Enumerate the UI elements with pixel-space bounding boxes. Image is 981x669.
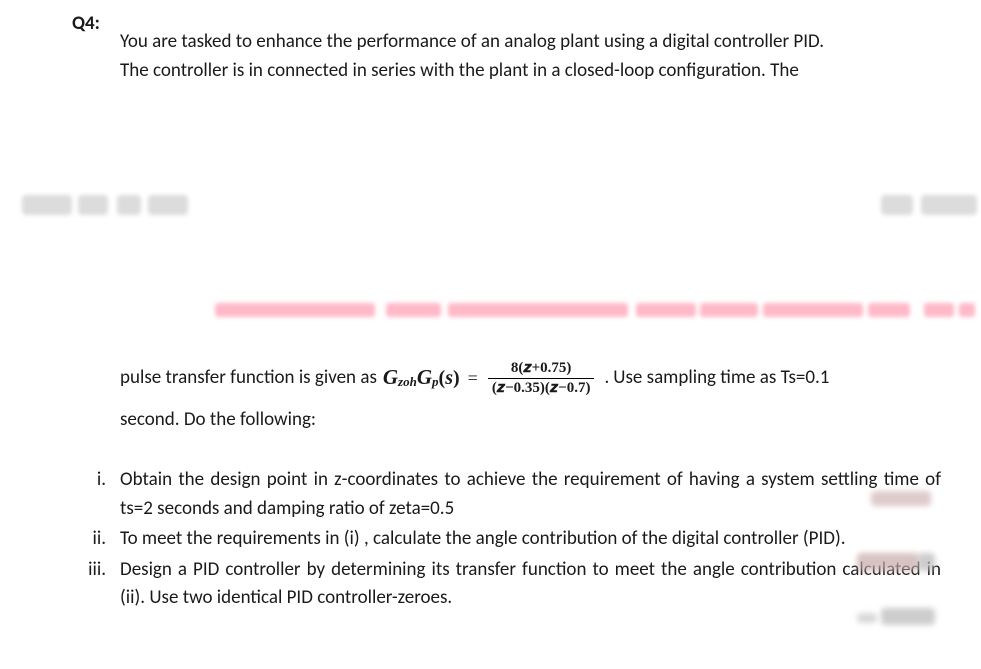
redaction-smudge xyxy=(918,553,935,571)
list-marker-i: i. xyxy=(78,466,120,523)
question-label: Q4: xyxy=(72,10,100,39)
list-item: ii. To meet the requirements in (i) , ca… xyxy=(78,525,941,554)
formula-rparen: ) xyxy=(453,363,460,393)
list-item: iii. Design a PID controller by determin… xyxy=(78,556,941,613)
list-text-iii: Design a PID controller by determining i… xyxy=(120,556,941,613)
subquestion-list: i. Obtain the design point in z-coordina… xyxy=(78,466,941,615)
pulse-transfer-block: pulse transfer function is given as G zo… xyxy=(120,360,941,435)
formula-sub-p: p xyxy=(432,372,439,392)
intro-line-1: You are tasked to enhance the performanc… xyxy=(120,28,941,57)
list-text-i: Obtain the design point in z-coordinates… xyxy=(120,466,941,523)
redacted-row-pink xyxy=(0,303,981,321)
pulse-suffix-stop: . xyxy=(604,364,609,393)
formula-g1: G xyxy=(383,362,398,394)
redaction-smudge xyxy=(857,613,877,623)
formula-denominator: (𝒛−0.35)(𝒛−0.7) xyxy=(488,378,595,397)
redaction-smudge xyxy=(857,553,919,571)
formula-numerator: 8(𝒛+0.75) xyxy=(507,360,576,378)
list-text-ii: To meet the requirements in (i) , calcul… xyxy=(120,525,941,554)
formula-svar: s xyxy=(445,363,453,393)
redaction-smudge xyxy=(871,491,931,506)
pulse-suffix-text: Use sampling time as Ts=0.1 xyxy=(613,364,829,393)
redacted-row-grey xyxy=(0,195,981,217)
intro-paragraph: You are tasked to enhance the performanc… xyxy=(120,28,941,85)
list-item: i. Obtain the design point in z-coordina… xyxy=(78,466,941,523)
pulse-line-1: pulse transfer function is given as G zo… xyxy=(120,360,941,396)
formula-equals: = xyxy=(468,365,478,392)
formula-sub-zoh: zoh xyxy=(398,372,417,392)
pulse-prefix-text: pulse transfer function is given as xyxy=(120,364,377,393)
transfer-function-formula: G zoh G p ( s ) = 8(𝒛+0.75) (𝒛−0.35)(𝒛−0… xyxy=(383,360,597,396)
formula-fraction: 8(𝒛+0.75) (𝒛−0.35)(𝒛−0.7) xyxy=(488,360,595,396)
list-marker-iii: iii. xyxy=(78,556,120,613)
intro-line-2: The controller is in connected in series… xyxy=(120,57,941,86)
redaction-smudge xyxy=(881,608,935,625)
list-marker-ii: ii. xyxy=(78,525,120,554)
pulse-line-2: second. Do the following: xyxy=(120,406,941,435)
formula-g2: G xyxy=(417,362,432,394)
